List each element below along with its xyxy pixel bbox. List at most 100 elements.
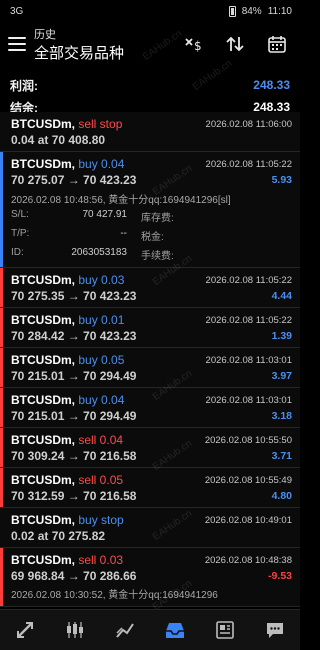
tp-value: --	[120, 228, 127, 239]
id-value: 2063053183	[71, 247, 127, 258]
trade-row[interactable]: BTCUSDm, buy 0.05 2026.02.08 11:03:01 70…	[0, 348, 300, 388]
battery-icon	[228, 5, 236, 17]
trade-side: sell stop	[78, 117, 123, 131]
fee-label: 手续费:	[141, 251, 174, 262]
nav-chat[interactable]	[257, 614, 293, 646]
trade-prices: 70 215.01 → 70 294.49	[11, 409, 137, 423]
trade-comment: 2026.02.08 10:30:52, 黄金十分qq:1694941296	[11, 590, 218, 601]
trade-prices: 70 309.24 → 70 216.58	[11, 449, 137, 463]
trade-time: 2026.02.08 10:55:50	[204, 434, 292, 446]
nav-news[interactable]	[207, 614, 243, 646]
trade-profit: 3.18	[271, 410, 292, 422]
trade-symbol: BTCUSDm	[11, 513, 72, 527]
trade-time: 2026.02.08 11:05:22	[205, 158, 292, 170]
trade-profit: 1.39	[271, 330, 292, 342]
trade-symbol: BTCUSDm	[11, 553, 72, 567]
trade-symbol: BTCUSDm	[11, 157, 72, 171]
trade-side: sell 0.05	[78, 473, 124, 487]
menu-icon[interactable]	[8, 37, 26, 51]
trade-profit: 3.97	[271, 370, 292, 382]
trade-list: BTCUSDm, sell stop 2026.02.08 11:06:00 0…	[0, 112, 300, 609]
trade-row[interactable]: BTCUSDm, buy stop 2026.02.08 10:49:01 0.…	[0, 508, 300, 548]
trade-profit: -9.53	[268, 570, 292, 582]
trade-time: 2026.02.08 11:03:01	[205, 394, 292, 406]
battery-level: 84%	[241, 5, 262, 17]
trade-profit: 4.44	[271, 290, 292, 302]
trade-symbol: BTCUSDm	[11, 313, 72, 327]
history-icon	[166, 623, 184, 638]
trade-symbol: BTCUSDm	[11, 473, 72, 487]
trade-row[interactable]: BTCUSDm, buy 0.03 2026.02.08 11:05:22 70…	[0, 268, 300, 308]
clock: 11:10	[267, 5, 292, 17]
sl-value: 70 427.91	[82, 209, 128, 220]
nav-trade[interactable]	[107, 614, 143, 646]
trade-side: buy 0.03	[78, 273, 125, 287]
quotes-icon	[17, 622, 33, 638]
trade-symbol: BTCUSDm	[11, 393, 72, 407]
trade-prices: 70 312.59 → 70 216.58	[11, 489, 137, 503]
trade-prices: 70 275.07 → 70 423.23	[11, 173, 137, 187]
trade-row[interactable]: BTCUSDm, sell 0.04 2026.02.08 10:55:50 7…	[0, 428, 300, 468]
sl-label: S/L:	[11, 209, 29, 220]
trade-prices: 0.02 at 70 275.82	[11, 529, 106, 543]
trade-comment: 2026.02.08 10:48:56, 黄金十分qq:1694941296[s…	[11, 195, 231, 206]
trade-side: buy 0.01	[78, 313, 125, 327]
svg-text:$: $	[194, 39, 202, 53]
title-block: 历史 全部交易品种	[34, 26, 182, 63]
trade-prices: 70 275.35 → 70 423.23	[11, 289, 137, 303]
nav-quotes[interactable]	[7, 614, 43, 646]
trade-symbol: BTCUSDm	[11, 117, 72, 131]
trade-time: 2026.02.08 10:48:38	[204, 554, 292, 566]
trade-prices: 70 284.42 → 70 423.23	[11, 329, 137, 343]
profit-row: 利润: 248.33	[10, 74, 290, 96]
trade-prices: 69 968.84 → 70 286.66	[11, 569, 137, 583]
trade-row[interactable]: BTCUSDm, sell 0.03 2026.02.08 10:48:38 6…	[0, 548, 300, 607]
profit-value: 248.33	[253, 78, 290, 92]
calendar-icon[interactable]	[266, 33, 288, 55]
chart-icon	[67, 622, 83, 638]
trade-time: 2026.02.08 11:05:22	[205, 274, 292, 286]
page-title[interactable]: 全部交易品种	[34, 42, 182, 63]
news-icon	[216, 621, 234, 639]
trade-symbol: BTCUSDm	[11, 273, 72, 287]
trade-profit: 3.71	[271, 450, 292, 462]
tp-label: T/P:	[11, 228, 30, 239]
trade-prices: 0.04 at 70 408.80	[11, 133, 106, 147]
trade-row[interactable]: BTCUSDm, sell 0.05 2026.02.08 10:55:49 7…	[0, 468, 300, 508]
trade-row[interactable]: BTCUSDm, buy 0.04 2026.02.08 11:05:22 70…	[0, 152, 300, 268]
trade-row[interactable]: BTCUSDm, buy 0.01 2026.02.08 11:05:22 70…	[0, 308, 300, 348]
swap-label: 库存费:	[141, 213, 174, 224]
trade-symbol: BTCUSDm	[11, 353, 72, 367]
trade-symbol: BTCUSDm	[11, 433, 72, 447]
chat-icon	[267, 623, 283, 638]
nav-history[interactable]	[157, 614, 193, 646]
trade-row[interactable]: BTCUSDm, sell stop 2026.02.08 11:06:00 0…	[0, 112, 300, 152]
trade-details: 2026.02.08 10:48:56, 黄金十分qq:1694941296[s…	[11, 188, 292, 264]
trade-side: buy 0.04	[78, 393, 125, 407]
trade-prices: 70 215.01 → 70 294.49	[11, 369, 137, 383]
nav-chart[interactable]	[57, 614, 93, 646]
trade-side: buy stop	[78, 513, 124, 527]
profit-label: 利润:	[10, 78, 38, 93]
sort-icon[interactable]	[224, 33, 246, 55]
trade-side: sell 0.04	[78, 433, 124, 447]
trade-time: 2026.02.08 11:05:22	[205, 314, 292, 326]
status-bar: 3G 84% 11:10	[0, 0, 300, 22]
trade-side: buy 0.05	[78, 353, 125, 367]
trade-time: 2026.02.08 10:49:01	[204, 514, 292, 526]
trade-time: 2026.02.08 11:03:01	[205, 354, 292, 366]
id-label: ID:	[11, 247, 24, 258]
trade-side: buy 0.04	[78, 157, 125, 171]
tax-label: 税金:	[141, 232, 164, 243]
trade-side: sell 0.03	[78, 553, 124, 567]
trade-profit: 5.93	[271, 174, 292, 186]
currency-filter-icon[interactable]: $	[182, 33, 204, 55]
page-subtitle: 历史	[34, 28, 56, 41]
trade-row[interactable]: BTCUSDm, buy 0.04 2026.02.08 11:03:01 70…	[0, 388, 300, 428]
trade-time: 2026.02.08 11:06:00	[205, 118, 292, 130]
trade-time: 2026.02.08 10:55:49	[204, 474, 292, 486]
network-indicator: 3G	[10, 5, 24, 17]
trade-icon	[116, 623, 134, 638]
trade-profit: 4.80	[271, 490, 292, 502]
bottom-nav	[0, 609, 300, 650]
